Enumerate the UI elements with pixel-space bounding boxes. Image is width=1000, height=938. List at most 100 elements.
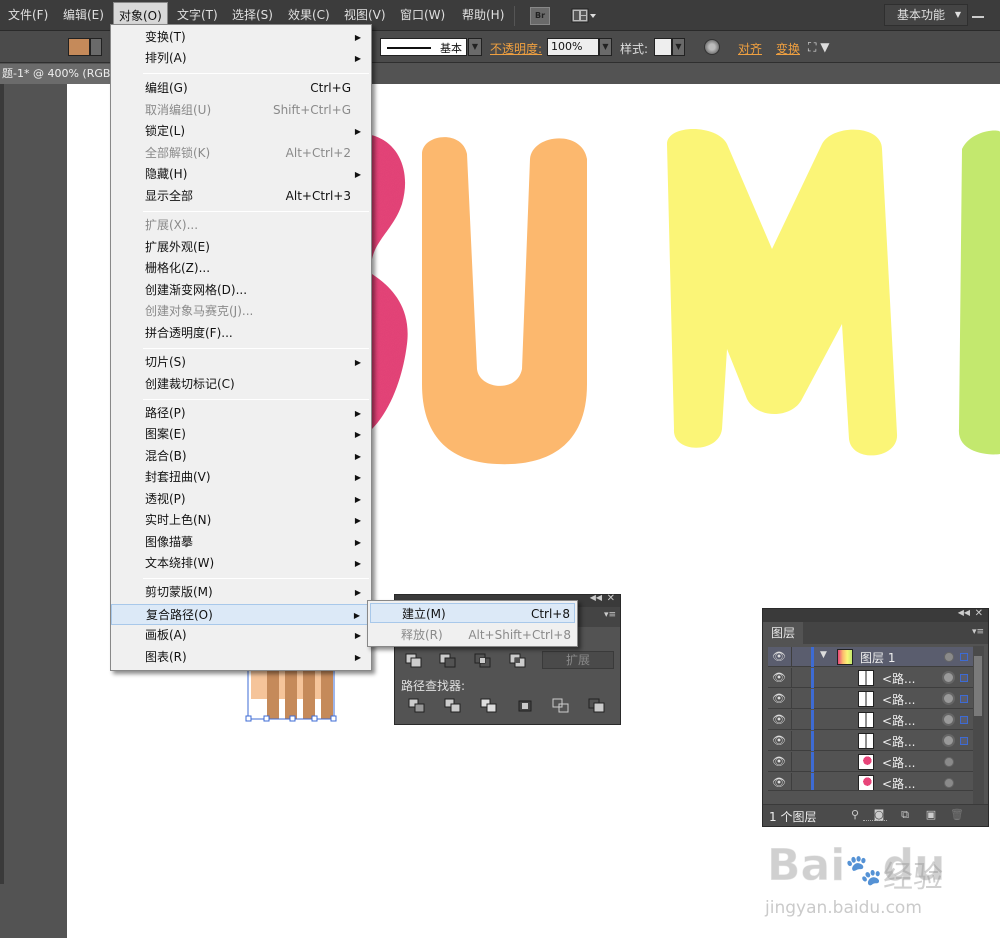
graphic-style-swatch[interactable] <box>654 38 672 56</box>
menu-item-expand-appearance[interactable]: 扩展外观(E) <box>111 237 371 258</box>
layer-row[interactable]: 👁 <路... <box>768 710 973 730</box>
recolor-artwork-icon[interactable] <box>704 39 720 55</box>
collapse-icon[interactable]: ◀◀ <box>958 608 970 617</box>
panel-menu-icon[interactable]: ▾≡ <box>604 610 616 620</box>
shape-mode-exclude-icon[interactable] <box>509 653 527 669</box>
arrange-documents-icon[interactable] <box>571 8 597 24</box>
menu-item-graph[interactable]: 图表(R) ▶ <box>111 647 371 668</box>
menu-item-transform[interactable]: 变换(T) ▶ <box>111 27 371 48</box>
menu-item-pattern[interactable]: 图案(E) ▶ <box>111 424 371 445</box>
menu-item-ungroup[interactable]: 取消编组(U) Shift+Ctrl+G <box>111 100 371 121</box>
selection-indicator[interactable] <box>960 674 968 682</box>
selection-indicator[interactable] <box>960 695 968 703</box>
target-icon[interactable] <box>944 778 954 788</box>
menu-item-crop-marks[interactable]: 创建裁切标记(C) <box>111 374 371 395</box>
close-icon[interactable]: ✕ <box>975 608 983 619</box>
lock-toggle[interactable] <box>791 752 812 772</box>
layer-row[interactable]: 👁 <路... <box>768 773 973 791</box>
eye-icon[interactable]: 👁 <box>772 776 786 790</box>
menu-item-flatten-transparency[interactable]: 拼合透明度(F)... <box>111 323 371 344</box>
lock-toggle[interactable] <box>791 731 812 751</box>
menu-item-artboards[interactable]: 画板(A) ▶ <box>111 625 371 646</box>
trash-icon[interactable]: 🗑 <box>950 808 964 822</box>
menu-edit[interactable]: 编辑(E) <box>63 0 104 31</box>
menu-item-make[interactable]: 建立(M) Ctrl+8 <box>370 603 575 623</box>
expand-triangle-icon[interactable]: ▼ <box>820 650 827 660</box>
layer-row[interactable]: 👁 <路... <box>768 689 973 709</box>
menu-item-show-all[interactable]: 显示全部 Alt+Ctrl+3 <box>111 186 371 207</box>
target-icon[interactable] <box>944 652 954 662</box>
target-icon[interactable] <box>942 734 955 747</box>
panel-menu-icon[interactable]: ▾≡ <box>972 627 984 637</box>
layers-scrollbar[interactable] <box>973 646 984 804</box>
collapse-icon[interactable]: ◀◀ <box>590 593 602 602</box>
pathfinder-outline-icon[interactable] <box>552 698 570 714</box>
isolate-group-icon[interactable]: ⛶ ▼ <box>808 40 829 55</box>
menu-item-image-trace[interactable]: 图像描摹 ▶ <box>111 532 371 553</box>
style-dropdown-arrow[interactable]: ▼ <box>672 38 685 56</box>
opacity-link[interactable]: 不透明度: <box>490 40 542 57</box>
lock-toggle[interactable] <box>791 689 812 709</box>
menu-item-arrange[interactable]: 排列(A) ▶ <box>111 48 371 69</box>
stroke-profile-select[interactable]: 基本 <box>380 38 467 56</box>
lock-toggle[interactable] <box>791 668 812 688</box>
resize-grip[interactable] <box>863 820 887 824</box>
menu-item-compound-path[interactable]: 复合路径(O) ▶ <box>111 604 371 625</box>
close-icon[interactable]: ✕ <box>607 593 615 604</box>
pathfinder-merge-icon[interactable] <box>480 698 498 714</box>
lock-toggle[interactable] <box>791 647 812 667</box>
bridge-button[interactable]: Br <box>530 7 550 25</box>
menu-item-envelope-distort[interactable]: 封套扭曲(V) ▶ <box>111 467 371 488</box>
menu-item-object-mosaic[interactable]: 创建对象马赛克(J)... <box>111 301 371 322</box>
menu-item-perspective[interactable]: 透视(P) ▶ <box>111 489 371 510</box>
scrollbar-thumb[interactable] <box>974 656 982 716</box>
layer-row[interactable]: 👁 <路... <box>768 668 973 688</box>
menu-file[interactable]: 文件(F) <box>8 0 48 31</box>
menu-item-clipping-mask[interactable]: 剪切蒙版(M) ▶ <box>111 582 371 603</box>
locate-object-icon[interactable]: ⚲ <box>848 808 862 822</box>
eye-icon[interactable]: 👁 <box>772 713 786 727</box>
opacity-input[interactable]: 100% <box>547 38 599 56</box>
layer-row[interactable]: 👁 <路... <box>768 752 973 772</box>
target-icon[interactable] <box>944 757 954 767</box>
layer-row[interactable]: 👁 <路... <box>768 731 973 751</box>
eye-icon[interactable]: 👁 <box>772 755 786 769</box>
new-layer-icon[interactable]: ▣ <box>924 808 938 822</box>
shape-mode-minus-front-icon[interactable] <box>439 653 457 669</box>
selection-indicator[interactable] <box>960 716 968 724</box>
shape-mode-intersect-icon[interactable] <box>474 653 492 669</box>
new-sublayer-icon[interactable]: ⧉ <box>898 808 912 822</box>
transform-link[interactable]: 变换 <box>776 40 800 57</box>
eye-icon[interactable]: 👁 <box>772 692 786 706</box>
menu-item-slice[interactable]: 切片(S) ▶ <box>111 352 371 373</box>
menu-item-path[interactable]: 路径(P) ▶ <box>111 403 371 424</box>
pathfinder-divide-icon[interactable] <box>408 698 426 714</box>
target-icon[interactable] <box>942 713 955 726</box>
expand-button[interactable]: 扩展 <box>542 651 614 669</box>
eye-icon[interactable]: 👁 <box>772 650 786 664</box>
menu-item-expand[interactable]: 扩展(X)... <box>111 215 371 236</box>
pathfinder-trim-icon[interactable] <box>444 698 462 714</box>
fill-color-swatch[interactable] <box>68 38 90 56</box>
menu-item-unlock-all[interactable]: 全部解锁(K) Alt+Ctrl+2 <box>111 143 371 164</box>
menu-help[interactable]: 帮助(H) <box>462 0 504 31</box>
target-icon[interactable] <box>942 692 955 705</box>
pathfinder-minus-back-icon[interactable] <box>588 698 606 714</box>
selection-indicator[interactable] <box>960 737 968 745</box>
menu-item-live-paint[interactable]: 实时上色(N) ▶ <box>111 510 371 531</box>
eye-icon[interactable]: 👁 <box>772 671 786 685</box>
menu-item-blend[interactable]: 混合(B) ▶ <box>111 446 371 467</box>
document-tab[interactable]: 题-1* @ 400% (RGB <box>0 64 120 84</box>
align-link[interactable]: 对齐 <box>738 40 762 57</box>
minimize-icon[interactable] <box>972 16 984 18</box>
menu-item-text-wrap[interactable]: 文本绕排(W) ▶ <box>111 553 371 574</box>
lock-toggle[interactable] <box>791 773 812 790</box>
tab-layers[interactable]: 图层 <box>763 622 803 644</box>
selection-indicator[interactable] <box>960 653 968 661</box>
menu-item-rasterize[interactable]: 栅格化(Z)... <box>111 258 371 279</box>
menu-item-hide[interactable]: 隐藏(H) ▶ <box>111 164 371 185</box>
workspace-switcher[interactable]: 基本功能 ▼ <box>884 4 968 26</box>
stroke-dropdown-arrow[interactable]: ▼ <box>468 38 482 56</box>
menu-item-gradient-mesh[interactable]: 创建渐变网格(D)... <box>111 280 371 301</box>
opacity-dropdown-arrow[interactable]: ▼ <box>599 38 612 56</box>
